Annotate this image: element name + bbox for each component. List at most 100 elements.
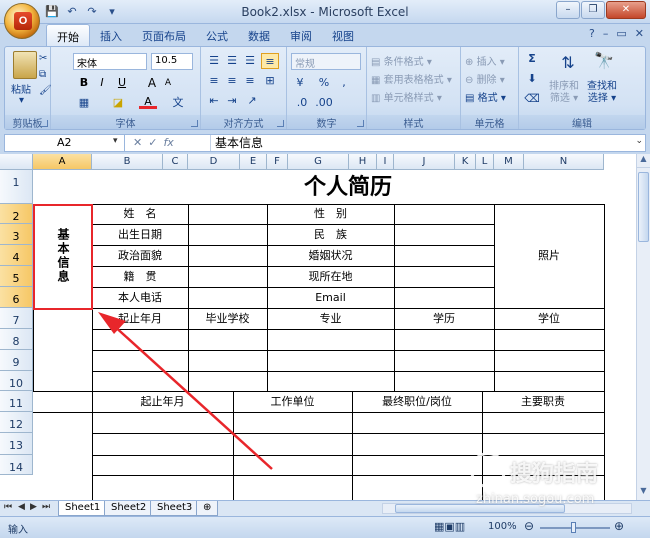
expand-formula-bar-icon[interactable]: ⌄ [635, 136, 643, 146]
align-middle-icon[interactable]: ☰ [223, 53, 241, 69]
sheet-tab-2[interactable]: Sheet2 [104, 501, 154, 516]
font-color-button[interactable]: A [139, 95, 157, 109]
worksheet-grid[interactable]: A B C D E F G H I J K L M N 1 2 3 4 5 6 7 8 9 10 11 12 13 14 个人简历姓 名… [0, 154, 636, 500]
align-right-icon[interactable]: ≡ [241, 73, 259, 89]
shrink-font-button[interactable]: A [159, 75, 177, 91]
scroll-up-icon[interactable]: ▲ [637, 154, 650, 168]
autosum-icon[interactable]: Σ [523, 51, 541, 67]
font-name-combo[interactable]: 宋体 [73, 53, 147, 70]
sort-filter-button[interactable]: 排序和 筛选 ▾ [549, 81, 579, 105]
delete-cells-button[interactable]: ⊖ 删除 ▾ [465, 71, 505, 86]
tab-review[interactable]: 审阅 [280, 24, 322, 46]
sheet-tab-3[interactable]: Sheet3 [150, 501, 200, 516]
format-as-table-button[interactable]: ▦ 套用表格格式 ▾ [371, 71, 452, 86]
close-button[interactable]: ✕ [606, 1, 646, 19]
zoom-level[interactable]: 100% [488, 521, 517, 532]
prev-sheet-icon[interactable]: ◀ [18, 502, 25, 512]
decrease-indent-icon[interactable]: ⇤ [205, 93, 223, 109]
zoom-slider-thumb[interactable] [571, 522, 576, 533]
alignment-dialog-launcher[interactable] [277, 120, 284, 127]
minimize-button[interactable]: – [556, 1, 580, 19]
office-button[interactable]: O [4, 3, 40, 39]
cell-styles-button[interactable]: ▥ 单元格样式 ▾ [371, 89, 442, 104]
paste-dropdown-icon[interactable]: ▾ [19, 95, 24, 106]
format-cells-button[interactable]: ▤ 格式 ▾ [465, 89, 506, 104]
format-painter-icon[interactable]: 🖌 [39, 85, 52, 96]
find-select-button[interactable]: 查找和 选择 ▾ [587, 81, 617, 105]
increase-indent-icon[interactable]: ⇥ [223, 93, 241, 109]
sort-label: 排序和 [549, 81, 579, 92]
comma-button[interactable]: , [335, 75, 353, 91]
tab-view[interactable]: 视图 [322, 24, 364, 46]
tab-formulas[interactable]: 公式 [196, 24, 238, 46]
page-view-icons[interactable]: ▦▣▥ [434, 520, 465, 533]
formula-buttons: ✕ ✓ fx [133, 135, 174, 151]
align-center-icon[interactable]: ≡ [223, 73, 241, 89]
workbook-minimize-button[interactable]: – [603, 27, 609, 40]
tab-page-layout[interactable]: 页面布局 [132, 24, 196, 46]
last-sheet-icon[interactable]: ⏭ [42, 502, 50, 512]
zoom-in-icon[interactable]: ⊕ [614, 519, 624, 533]
italic-button[interactable]: I [93, 75, 111, 91]
orientation-icon[interactable]: ↗ [243, 93, 261, 109]
align-top-icon[interactable]: ☰ [205, 53, 223, 69]
fill-color-icon[interactable]: ◪ [109, 95, 127, 111]
watermark-url: zhinan.sogou.com [476, 492, 595, 507]
decrease-decimal-icon[interactable]: .00 [315, 95, 333, 111]
insert-cells-button[interactable]: ⊕ 插入 ▾ [465, 53, 505, 68]
formula-input[interactable]: 基本信息 [210, 135, 263, 151]
next-sheet-icon[interactable]: ▶ [30, 502, 37, 512]
align-bottom-icon[interactable]: ☰ [241, 53, 259, 69]
number-format-combo[interactable]: 常规 [291, 53, 361, 70]
vertical-scrollbar[interactable]: ▲ ▼ [636, 154, 650, 500]
sort-filter-icon[interactable]: ⇅ [555, 55, 581, 71]
formula-bar: A2 ▾ ✕ ✓ fx 基本信息 ⌄ [4, 134, 646, 152]
copy-icon[interactable]: ⧉ [39, 69, 46, 80]
clipboard-dialog-launcher[interactable] [41, 120, 48, 127]
align-left-icon[interactable]: ≡ [205, 73, 223, 89]
increase-decimal-icon[interactable]: .0 [293, 95, 311, 111]
bold-button[interactable]: B [75, 75, 93, 91]
insert-function-button[interactable]: fx [163, 135, 173, 151]
workbook-restore-button[interactable]: ▭ [616, 27, 626, 40]
tab-data[interactable]: 数据 [238, 24, 280, 46]
cells-group: ⊕ 插入 ▾ ⊖ 删除 ▾ ▤ 格式 ▾ 单元格 [461, 47, 519, 130]
underline-button[interactable]: U [113, 75, 131, 91]
font-size-combo[interactable]: 10.5 [151, 53, 193, 70]
undo-icon[interactable]: ↶ [64, 4, 80, 20]
currency-icon[interactable]: ¥ [291, 75, 309, 91]
font-dialog-launcher[interactable] [191, 120, 198, 127]
customize-qat-icon[interactable]: ▾ [104, 4, 120, 20]
confirm-entry-icon[interactable]: ✓ [148, 135, 157, 151]
cancel-entry-icon[interactable]: ✕ [133, 135, 142, 151]
clear-icon[interactable]: ⌫ [523, 91, 541, 107]
number-dialog-launcher[interactable] [357, 120, 364, 127]
fill-icon[interactable]: ⬇ [523, 71, 541, 87]
save-icon[interactable]: 💾 [44, 4, 60, 20]
sheet-tab-1[interactable]: Sheet1 [58, 501, 108, 516]
name-box[interactable]: A2 [5, 135, 125, 151]
zoom-out-icon[interactable]: ⊖ [524, 519, 534, 533]
scroll-thumb[interactable] [638, 172, 649, 242]
format-cells-label: 格式 [477, 93, 498, 104]
cut-icon[interactable]: ✂ [39, 53, 47, 64]
wrap-text-icon[interactable]: ≡ [261, 53, 279, 69]
tab-insert[interactable]: 插入 [90, 24, 132, 46]
merge-center-icon[interactable]: ⊞ [261, 73, 279, 89]
restore-button[interactable]: ❐ [581, 1, 605, 19]
conditional-format-button[interactable]: ▤ 条件格式 ▾ [371, 53, 432, 68]
paste-icon[interactable] [13, 51, 37, 79]
insert-sheet-icon[interactable]: ⊕ [196, 501, 219, 516]
font-group-label: 字体 [51, 115, 200, 130]
phonetic-icon[interactable]: 文 [169, 95, 187, 111]
help-icon[interactable]: ? [589, 27, 595, 40]
redo-icon[interactable]: ↷ [84, 4, 100, 20]
first-sheet-icon[interactable]: ⏮ [4, 502, 12, 512]
workbook-close-button[interactable]: ✕ [635, 27, 644, 40]
tab-home[interactable]: 开始 [46, 24, 90, 46]
find-select-icon[interactable]: 🔭 [591, 53, 617, 69]
name-box-dropdown-icon[interactable]: ▾ [113, 136, 118, 146]
percent-button[interactable]: % [315, 75, 333, 91]
paste-button[interactable]: 粘贴 [11, 81, 31, 96]
borders-icon[interactable]: ▦ [75, 95, 93, 111]
